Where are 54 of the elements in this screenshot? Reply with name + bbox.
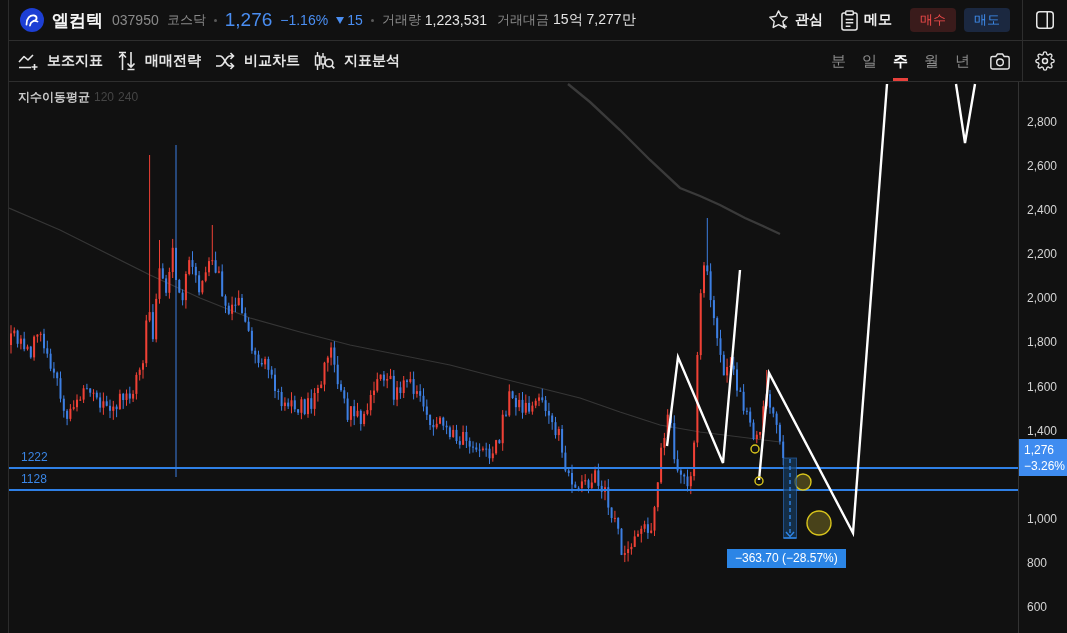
shuffle-icon bbox=[215, 52, 235, 70]
tag-change: −3.26% bbox=[1024, 457, 1067, 474]
clipboard-icon bbox=[841, 9, 858, 31]
change-percent: −1.16% bbox=[280, 12, 329, 28]
trading-strategy-button[interactable]: 매매전략 bbox=[117, 51, 201, 71]
trade-value-label: 거래대금 bbox=[497, 11, 549, 29]
volume-value: 1,223,531 bbox=[424, 12, 487, 28]
timeframe-tab[interactable]: 월 bbox=[924, 41, 939, 81]
volume-label: 거래량 bbox=[381, 11, 421, 29]
axis-tick-label: 600 bbox=[1027, 599, 1048, 614]
circle-marker bbox=[750, 444, 760, 454]
axis-tick-label: 2,400 bbox=[1027, 203, 1058, 218]
sell-button[interactable]: 매도 bbox=[964, 8, 1010, 32]
side-panel-icon[interactable] bbox=[1036, 11, 1054, 29]
indicators-button[interactable]: 보조지표 bbox=[18, 52, 103, 70]
buy-button[interactable]: 매수 bbox=[910, 8, 956, 32]
measure-label: −363.70 (−28.57%) bbox=[727, 549, 846, 568]
axis-tick-label: 800 bbox=[1027, 555, 1048, 570]
stock-code: 037950 bbox=[112, 12, 159, 28]
axis-tick-label: 1,600 bbox=[1027, 379, 1058, 394]
level-label: 1128 bbox=[21, 471, 47, 487]
trend-line bbox=[954, 83, 977, 145]
indicator-name: 지수이동평균 bbox=[18, 89, 90, 106]
indicator-analysis-button[interactable]: 지표분석 bbox=[314, 51, 400, 71]
tag-price: 1,276 bbox=[1024, 441, 1056, 458]
axis-tick-label: 1,800 bbox=[1027, 335, 1058, 350]
change-amount: 15 bbox=[347, 12, 363, 28]
logo-icon bbox=[20, 8, 44, 32]
trade-value: 15억 7,277만 bbox=[553, 11, 636, 29]
stock-name: 엘컴텍 bbox=[52, 9, 103, 32]
star-plus-icon bbox=[769, 10, 789, 30]
line-chart-plus-icon bbox=[18, 52, 38, 70]
axis-tick-label: 2,800 bbox=[1027, 115, 1058, 130]
circle-marker bbox=[806, 510, 832, 536]
axis-tick-label: 2,000 bbox=[1027, 291, 1058, 306]
watchlist-button[interactable]: 관심 bbox=[769, 10, 823, 30]
candles-search-icon bbox=[314, 51, 335, 71]
timeframe-tab[interactable]: 주 bbox=[893, 41, 908, 81]
up-down-arrows-icon bbox=[117, 51, 136, 71]
current-price: 1,276 bbox=[224, 9, 273, 31]
memo-button[interactable]: 메모 bbox=[841, 9, 892, 31]
axis-tick-label: 2,600 bbox=[1027, 159, 1058, 174]
axis-tick-label: 1,400 bbox=[1027, 423, 1058, 438]
timeframe-tab[interactable]: 분 bbox=[831, 41, 846, 81]
settings-icon[interactable] bbox=[1035, 51, 1055, 71]
timeframe-tab[interactable]: 일 bbox=[862, 41, 877, 81]
axis-tick-label: 2,200 bbox=[1027, 247, 1058, 262]
timeframe-tab[interactable]: 년 bbox=[955, 41, 970, 81]
circle-marker bbox=[754, 476, 764, 486]
level-label: 1222 bbox=[21, 449, 48, 465]
axis-tick-label: 1,000 bbox=[1027, 511, 1058, 526]
camera-icon[interactable] bbox=[990, 52, 1010, 70]
compare-chart-button[interactable]: 비교차트 bbox=[215, 52, 300, 70]
market-name: 코스닥 bbox=[166, 11, 206, 29]
